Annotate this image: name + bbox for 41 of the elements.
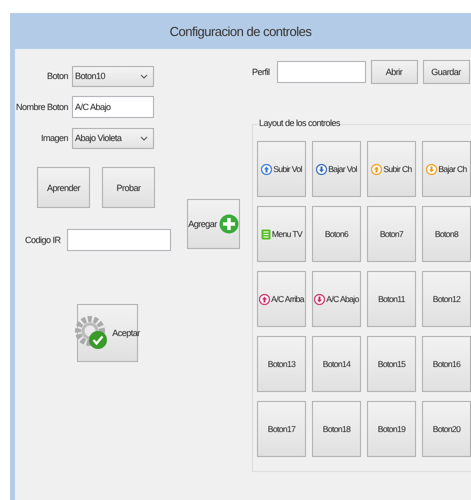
field-label: Codigo IR — [25, 235, 61, 245]
control-button[interactable]: Boton20 — [422, 401, 471, 457]
abrir-button[interactable]: Abrir — [370, 60, 418, 84]
imagen-dropdown[interactable]: Abajo Violeta — [72, 128, 154, 148]
control-button[interactable]: Boton11 — [367, 271, 416, 327]
control-button[interactable]: Boton19 — [367, 401, 416, 457]
input-field[interactable] — [66, 229, 171, 251]
chevron-icon — [140, 136, 148, 140]
control-button[interactable]: Boton18 — [312, 401, 361, 457]
control-button[interactable]: A/C Arriba — [257, 271, 306, 327]
control-button[interactable]: Bajar Vol — [312, 141, 361, 197]
control-button[interactable]: Boton8 — [422, 206, 471, 262]
control-button[interactable]: Boton16 — [422, 336, 471, 392]
agregar-button[interactable]: Agregar — [187, 199, 240, 249]
control-button[interactable]: Bajar Ch — [422, 141, 471, 197]
aceptar-button[interactable]: Aceptar — [77, 304, 138, 362]
aprender-button[interactable]: Aprender — [37, 167, 90, 208]
control-button[interactable]: Subir Vol — [257, 141, 306, 197]
input-field[interactable]: A/C Abajo — [72, 96, 154, 118]
field-label: Perfil — [252, 67, 270, 77]
guardar-button[interactable]: Guardar — [422, 60, 470, 84]
group-title: Layout de los controles — [258, 118, 342, 128]
control-button[interactable]: Boton13 — [257, 336, 306, 392]
field-label: Imagen — [40, 133, 69, 143]
probar-button[interactable]: Probar — [102, 167, 155, 208]
control-button[interactable]: Boton15 — [367, 336, 416, 392]
plus-icon — [218, 214, 239, 234]
control-button[interactable]: Menu TV — [257, 206, 306, 262]
control-button[interactable]: Boton12 — [422, 271, 471, 327]
field-label: Nombre Boton — [15, 102, 69, 112]
control-button[interactable]: Subir Ch — [367, 141, 416, 197]
field-label: Boton — [46, 71, 69, 81]
control-button[interactable]: A/C Abajo — [312, 271, 361, 327]
control-button[interactable]: Boton14 — [312, 336, 361, 392]
control-button[interactable]: Boton17 — [257, 401, 306, 457]
control-button[interactable]: Boton6 — [312, 206, 361, 262]
chevron-icon — [140, 74, 148, 78]
boton-dropdown[interactable]: Boton10 — [72, 66, 154, 86]
input-field[interactable] — [276, 61, 366, 83]
control-button[interactable]: Boton7 — [367, 206, 416, 262]
window-title: Configuracion de controles — [170, 24, 312, 38]
